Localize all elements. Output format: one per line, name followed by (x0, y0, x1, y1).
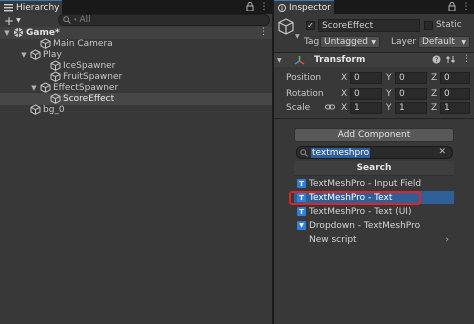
component-kebab-icon[interactable]: ⋮ (462, 54, 471, 64)
add-component-button[interactable]: Add Component (294, 128, 454, 142)
component-list-item[interactable]: ▼ Dropdown - TextMeshPro (294, 219, 454, 232)
tag-label: Tag (304, 37, 320, 47)
layer-chevron-icon: ▼ (461, 38, 466, 46)
hierarchy-row[interactable]: bg_0 (0, 104, 272, 116)
position-z-field[interactable]: 0 (440, 72, 470, 84)
hierarchy-list-icon (4, 3, 13, 12)
hierarchy-row-label: bg_0 (43, 105, 65, 115)
component-list-item[interactable]: T TextMeshPro - Input Field (294, 177, 454, 190)
hierarchy-search-input[interactable]: ▾ All (58, 14, 270, 26)
search-value: textmeshpro (311, 147, 371, 158)
rotation-label: Rotation (286, 89, 324, 99)
scale-label: Scale (286, 103, 311, 113)
position-z-label[interactable]: Z (431, 73, 437, 83)
component-search-input[interactable]: textmeshpro ✕ (296, 146, 453, 159)
scale-y-field[interactable]: 1 (395, 102, 427, 114)
tag-value: Untagged (324, 37, 369, 47)
separator-bottom (274, 118, 474, 119)
rotation-z-field[interactable]: 0 (440, 88, 470, 100)
rotation-x-field[interactable]: 0 (350, 88, 382, 100)
transform-title: Transform (314, 55, 366, 65)
blank-icon (297, 235, 306, 244)
search-header: Search (294, 161, 454, 176)
expand-arrow-icon[interactable]: ▼ (3, 29, 11, 37)
dropdown-icon: ▼ (297, 221, 306, 230)
text-icon: T (297, 179, 306, 188)
scene-kebab-icon[interactable]: ⋮ (259, 27, 268, 37)
search-placeholder: All (79, 15, 91, 25)
rotation-y-label[interactable]: Y (386, 89, 392, 99)
object-name-field[interactable]: ScoreEffect (318, 19, 420, 32)
svg-text:?: ? (435, 56, 439, 64)
layer-label: Layer (391, 37, 417, 47)
create-button[interactable]: + ▼ (4, 14, 21, 27)
chevron-right-icon: › (445, 234, 449, 245)
layer-dropdown[interactable]: Default ▼ (418, 36, 470, 48)
expand-arrow-icon[interactable]: ▼ (20, 51, 28, 59)
component-list-item[interactable]: T TextMeshPro - Text (UI) (294, 205, 454, 218)
inspector-kebab-icon[interactable]: ⋮ (461, 2, 471, 12)
tag-dropdown[interactable]: Untagged ▼ (320, 36, 380, 48)
scale-x-field[interactable]: 1 (350, 102, 382, 114)
rotation-y-field[interactable]: 0 (395, 88, 427, 100)
gameobject-icon (50, 60, 61, 71)
popup-search-icon (300, 148, 308, 157)
inspector-tab-label: Inspector (289, 2, 331, 13)
link-icon[interactable] (325, 102, 335, 112)
search-dropdown-icon: ▾ (74, 17, 77, 23)
component-item-label: Dropdown - TextMeshPro (309, 220, 421, 231)
scale-y-label[interactable]: Y (386, 103, 392, 113)
gameobject-icon (40, 38, 51, 49)
component-item-label: TextMeshPro - Input Field (309, 178, 422, 189)
rotation-x-label[interactable]: X (341, 89, 347, 99)
info-icon (278, 3, 286, 12)
expand-arrow-icon[interactable]: ▼ (30, 84, 38, 92)
hierarchy-panel: Hierarchy ⋮ + ▼ ▾ All ▼ Game* ⋮ Main Camera… (0, 0, 272, 324)
icon-dropdown-icon[interactable]: ▼ (295, 33, 300, 40)
position-label: Position (286, 73, 322, 83)
help-icon[interactable]: ? (432, 55, 441, 64)
component-item-label: TextMeshPro - Text (UI) (309, 206, 412, 217)
add-icon: + (4, 13, 15, 28)
foldout-arrow-icon[interactable]: ▼ (277, 57, 282, 64)
transform-axis-icon (294, 55, 305, 66)
active-checkbox[interactable]: ✓ (306, 21, 315, 30)
gameobject-icon (30, 104, 41, 115)
clear-search-icon[interactable]: ✕ (438, 147, 446, 157)
unity-scene-icon (13, 27, 24, 38)
inspector-lock-icon[interactable] (448, 2, 458, 12)
static-label: Static (436, 20, 462, 30)
gameobject-cube-icon (278, 18, 294, 36)
component-list-item[interactable]: New script › (294, 233, 454, 246)
gameobject-icon (50, 93, 61, 104)
lock-icon[interactable] (246, 2, 256, 12)
text-icon: T (297, 207, 306, 216)
gameobject-icon (50, 71, 61, 82)
position-x-field[interactable]: 0 (350, 72, 382, 84)
component-item-label: New script (309, 234, 357, 245)
chevron-down-icon: ▼ (16, 17, 21, 24)
annotation-highlight-box (289, 191, 421, 205)
presets-icon[interactable] (446, 55, 455, 64)
tab-inspector[interactable]: Inspector (274, 0, 334, 14)
gameobject-icon (30, 49, 41, 60)
position-y-label[interactable]: Y (386, 73, 392, 83)
gameobject-icon (40, 82, 51, 93)
tag-chevron-icon: ▼ (371, 38, 376, 46)
search-icon (63, 16, 71, 24)
layer-value: Default (422, 37, 455, 47)
position-y-field[interactable]: 0 (395, 72, 427, 84)
scale-z-label[interactable]: Z (431, 103, 437, 113)
scale-x-label[interactable]: X (341, 103, 347, 113)
scale-z-field[interactable]: 1 (440, 102, 470, 114)
kebab-menu-icon[interactable]: ⋮ (259, 2, 269, 12)
static-checkbox[interactable] (424, 21, 433, 30)
rotation-z-label[interactable]: Z (431, 89, 437, 99)
hierarchy-tab-label: Hierarchy (16, 2, 60, 13)
tab-hierarchy[interactable]: Hierarchy (0, 0, 62, 14)
position-x-label[interactable]: X (341, 73, 347, 83)
